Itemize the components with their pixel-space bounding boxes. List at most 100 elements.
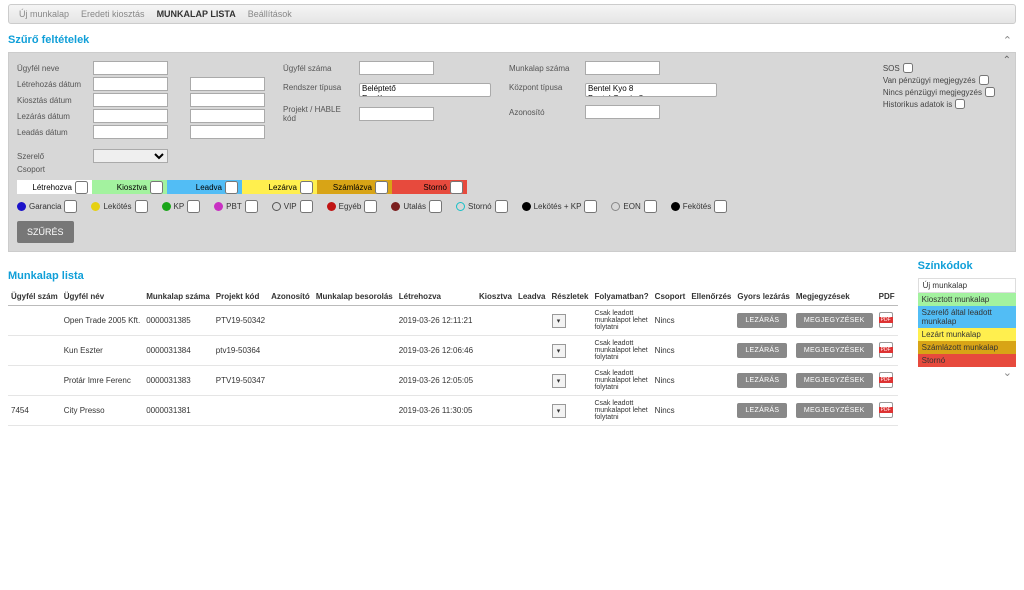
- cell-ellenorzes: [688, 306, 734, 336]
- label-ugyfel-neve: Ügyfél neve: [17, 64, 89, 73]
- th-pdf[interactable]: PDF: [876, 288, 898, 306]
- cell-munkalap-szama: 0000031385: [143, 306, 213, 336]
- th-munkalap-szama[interactable]: Munkalap száma: [143, 288, 213, 306]
- tab-worksheet-list[interactable]: MUNKALAP LISTA: [157, 9, 236, 19]
- tab-new-worksheet[interactable]: Új munkalap: [19, 9, 69, 19]
- cell-leadva: [515, 396, 549, 426]
- pdf-icon[interactable]: [879, 342, 893, 358]
- collapse-filter-icon[interactable]: ⌃: [1003, 34, 1012, 47]
- input-leadas-to[interactable]: [190, 125, 265, 139]
- checkbox-van-penz[interactable]: [979, 75, 989, 85]
- th-ellenorzes[interactable]: Ellenőrzés: [688, 288, 734, 306]
- pdf-icon[interactable]: [879, 372, 893, 388]
- cell-besorolas: [313, 396, 396, 426]
- collapse-list-icon[interactable]: ⌄: [1003, 366, 1012, 379]
- checkbox-sos[interactable]: [903, 63, 913, 73]
- select-kozpont-tipusa[interactable]: Bentel Kyo 8Bentel Omnia 8C&KDSC 1550DSC…: [585, 83, 717, 97]
- cell-reszletek: ▾: [549, 306, 592, 336]
- input-lezaras[interactable]: [93, 109, 168, 123]
- tab-original-assignment[interactable]: Eredeti kiosztás: [81, 9, 145, 19]
- chip-dot-icon: [671, 202, 680, 211]
- cell-munkalap-szama: 0000031383: [143, 366, 213, 396]
- chip-checkbox[interactable]: [714, 200, 727, 213]
- checkbox-status-letrehozva[interactable]: [75, 181, 88, 194]
- th-csoport[interactable]: Csoport: [652, 288, 689, 306]
- th-reszletek[interactable]: Részletek: [549, 288, 592, 306]
- chip-checkbox[interactable]: [429, 200, 442, 213]
- close-button[interactable]: LEZÁRÁS: [737, 373, 787, 388]
- collapse-inner-icon[interactable]: ⌃: [1003, 55, 1011, 66]
- input-lezaras-to[interactable]: [190, 109, 265, 123]
- cell-letrehozva: 2019-03-26 12:06:46: [396, 336, 476, 366]
- checkbox-status-lezarva[interactable]: [300, 181, 313, 194]
- close-button[interactable]: LEZÁRÁS: [737, 313, 787, 328]
- cell-gyors-lezaras: LEZÁRÁS: [734, 336, 792, 366]
- chip-checkbox[interactable]: [245, 200, 258, 213]
- th-letrehozva[interactable]: Létrehozva: [396, 288, 476, 306]
- th-folyamatban[interactable]: Folyamatban?: [591, 288, 651, 306]
- chip-checkbox[interactable]: [135, 200, 148, 213]
- cell-pdf: [876, 396, 898, 426]
- chip-checkbox[interactable]: [300, 200, 313, 213]
- chip-checkbox[interactable]: [364, 200, 377, 213]
- input-ugyfel-neve[interactable]: [93, 61, 168, 75]
- th-projekt-kod[interactable]: Projekt kód: [213, 288, 268, 306]
- cell-folyamatban: Csak leadott munkalapot lehet folytatni: [591, 336, 651, 366]
- details-dropdown-icon[interactable]: ▾: [552, 404, 566, 418]
- chip-dot-icon: [162, 202, 171, 211]
- input-munkalap-szama[interactable]: [585, 61, 660, 75]
- checkbox-status-kiosztva[interactable]: [150, 181, 163, 194]
- input-ugyfel-szama[interactable]: [359, 61, 434, 75]
- notes-button[interactable]: MEGJEGYZÉSEK: [796, 313, 873, 328]
- notes-button[interactable]: MEGJEGYZÉSEK: [796, 343, 873, 358]
- checkbox-nincs-penz[interactable]: [985, 87, 995, 97]
- chip-pbt: PBT: [214, 200, 258, 213]
- input-azonosito[interactable]: [585, 105, 660, 119]
- legend-item: Kiosztott munkalap: [918, 293, 1016, 306]
- status-leadva: Leadva: [196, 183, 222, 192]
- pdf-icon[interactable]: [879, 402, 893, 418]
- chip-checkbox[interactable]: [64, 200, 77, 213]
- checkbox-status-szamlazva[interactable]: [375, 181, 388, 194]
- th-gyors-lezaras[interactable]: Gyors lezárás: [734, 288, 792, 306]
- th-ugyfel-szam[interactable]: Ügyfél szám: [8, 288, 61, 306]
- th-megjegyzesek[interactable]: Megjegyzések: [793, 288, 876, 306]
- th-kiosztva[interactable]: Kiosztva: [476, 288, 515, 306]
- chip-checkbox[interactable]: [495, 200, 508, 213]
- details-dropdown-icon[interactable]: ▾: [552, 344, 566, 358]
- checkbox-status-leadva[interactable]: [225, 181, 238, 194]
- input-leadas[interactable]: [93, 125, 168, 139]
- checkbox-historikus[interactable]: [955, 99, 965, 109]
- input-letrehozas-to[interactable]: [190, 77, 265, 91]
- input-projekt-kod[interactable]: [359, 107, 434, 121]
- chip-checkbox[interactable]: [187, 200, 200, 213]
- cell-gyors-lezaras: LEZÁRÁS: [734, 366, 792, 396]
- input-kiosztas[interactable]: [93, 93, 168, 107]
- cell-leadva: [515, 336, 549, 366]
- status-letrehozva: Létrehozva: [32, 183, 72, 192]
- th-leadva[interactable]: Leadva: [515, 288, 549, 306]
- details-dropdown-icon[interactable]: ▾: [552, 374, 566, 388]
- close-button[interactable]: LEZÁRÁS: [737, 403, 787, 418]
- chip-checkbox[interactable]: [644, 200, 657, 213]
- notes-button[interactable]: MEGJEGYZÉSEK: [796, 373, 873, 388]
- th-azonosito[interactable]: Azonosító: [268, 288, 313, 306]
- checkbox-status-storno[interactable]: [450, 181, 463, 194]
- notes-button[interactable]: MEGJEGYZÉSEK: [796, 403, 873, 418]
- th-besorolas[interactable]: Munkalap besorolás: [313, 288, 396, 306]
- input-kiosztas-to[interactable]: [190, 93, 265, 107]
- input-letrehozas[interactable]: [93, 77, 168, 91]
- pdf-icon[interactable]: [879, 312, 893, 328]
- close-button[interactable]: LEZÁRÁS: [737, 343, 787, 358]
- select-rendszer-tipus[interactable]: BeléptetőEgyébHelyi riasztóKamerarendsze…: [359, 83, 491, 97]
- details-dropdown-icon[interactable]: ▾: [552, 314, 566, 328]
- th-ugyfel-nev[interactable]: Ügyfél név: [61, 288, 144, 306]
- tab-settings[interactable]: Beállítások: [248, 9, 292, 19]
- chip-checkbox[interactable]: [584, 200, 597, 213]
- filter-button[interactable]: SZŰRÉS: [17, 221, 74, 243]
- select-szerelo[interactable]: [93, 149, 168, 163]
- chip-dot-icon: [522, 202, 531, 211]
- cell-besorolas: [313, 306, 396, 336]
- cell-csoport: Nincs: [652, 396, 689, 426]
- label-projekt-kod: Projekt / HABLE kód: [283, 105, 355, 123]
